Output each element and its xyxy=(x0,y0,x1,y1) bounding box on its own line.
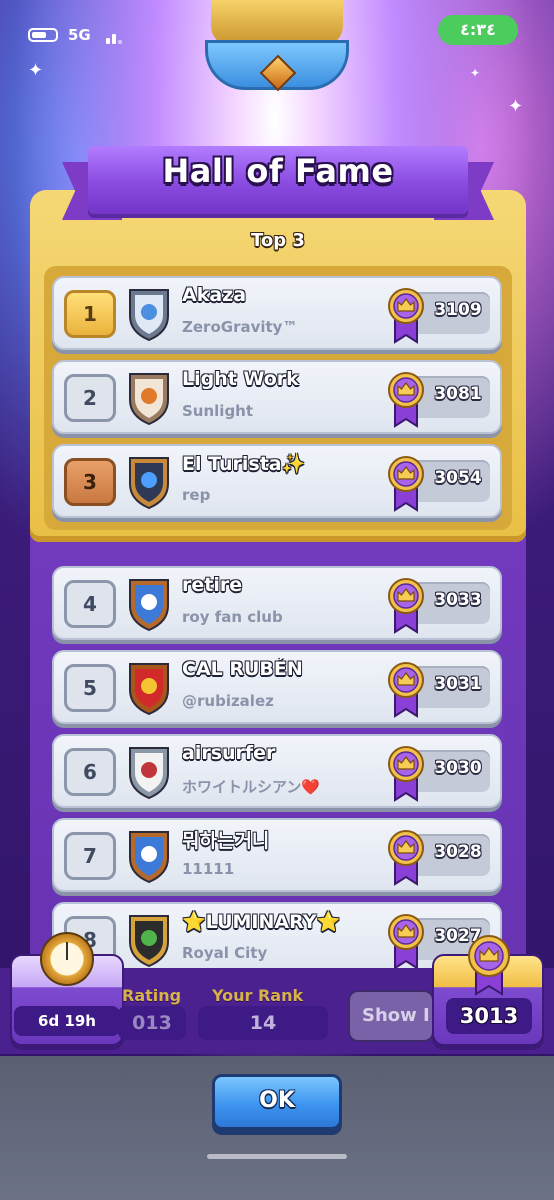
network-label: 5G xyxy=(68,26,91,44)
trophy-count: 3109 xyxy=(434,300,482,320)
trophy-count: 3031 xyxy=(434,674,482,694)
player-name: ⭐LUMINARY⭐ xyxy=(182,911,341,933)
heart-shield-icon xyxy=(126,826,172,884)
status-time: ٤:٣٤ xyxy=(438,15,518,45)
clan-name: rep xyxy=(182,486,211,504)
clan-name: roy fan club xyxy=(182,608,283,626)
rank-number: 3 xyxy=(64,458,116,506)
clover-shield-icon xyxy=(126,910,172,968)
sword-shield-icon xyxy=(126,452,172,510)
rank-number: 6 xyxy=(64,748,116,796)
rank-number: 7 xyxy=(64,832,116,880)
crown-medal-icon xyxy=(386,454,426,512)
leaderboard-row[interactable]: 4 retire roy fan club 3033 xyxy=(52,566,502,640)
player-name: airsurfer xyxy=(182,742,276,764)
crown-medal-icon xyxy=(466,934,512,996)
leaderboard-row[interactable]: 7 뭐하는거니 11111 3028 xyxy=(52,818,502,892)
rank-number: 5 xyxy=(64,664,116,712)
leaderboard-row[interactable]: 5 CAL RUBÉN @rubizalez 3031 xyxy=(52,650,502,724)
rank-number: 4 xyxy=(64,580,116,628)
your-rank-value: 14 xyxy=(198,1006,328,1040)
orange-star-shield-icon xyxy=(126,368,172,426)
rating-label: Rating xyxy=(122,986,182,1005)
player-name: Akaza xyxy=(182,284,247,306)
trophy-count: 3028 xyxy=(434,842,482,862)
sparkle-icon: ✦ xyxy=(28,60,44,81)
blue-star-shield-icon xyxy=(126,284,172,342)
spain-flag-shield-icon xyxy=(126,658,172,716)
player-name: 뭐하는거니 xyxy=(182,830,270,852)
rank-number: 2 xyxy=(64,374,116,422)
rating-value: 013 xyxy=(118,1006,186,1040)
crown-medal-icon xyxy=(386,744,426,802)
trophy-count: 3030 xyxy=(434,758,482,778)
signal-icon xyxy=(106,30,128,44)
player-name: retire xyxy=(182,574,243,596)
player-name: El Turista✨ xyxy=(182,453,306,475)
trophy-count: 3081 xyxy=(434,384,482,404)
rank-number: 1 xyxy=(64,290,116,338)
crown-medal-icon xyxy=(386,370,426,428)
leaderboard-row[interactable]: 2 Light Work Sunlight 3081 xyxy=(52,360,502,434)
trophy-count: 3054 xyxy=(434,468,482,488)
leaderboard-row[interactable]: 3 El Turista✨ rep 3054 xyxy=(52,444,502,518)
show-button[interactable]: Show I xyxy=(348,990,434,1042)
clan-name: Sunlight xyxy=(182,402,254,420)
crown-medal-icon xyxy=(386,576,426,634)
sparkle-icon: ✦ xyxy=(470,66,481,80)
crown-medal-icon xyxy=(386,286,426,344)
crown-medal-icon xyxy=(386,828,426,886)
clan-name: ホワイトルシアン❤️ xyxy=(182,778,321,796)
crown-decoration-icon xyxy=(205,0,349,95)
leaderboard-row[interactable]: 1 Akaza ZeroGravity™ 3109 xyxy=(52,276,502,350)
stopwatch-icon xyxy=(40,932,94,986)
section-label: Top 3 xyxy=(251,230,305,251)
player-name: Light Work xyxy=(182,368,299,390)
clan-name: ZeroGravity™ xyxy=(182,318,298,336)
player-name: CAL RUBÉN xyxy=(182,658,303,680)
leaderboard-row[interactable]: 6 airsurfer ホワイトルシアン❤️ 3030 xyxy=(52,734,502,808)
clan-name: @rubizalez xyxy=(182,692,274,710)
clan-name: Royal City xyxy=(182,944,268,962)
page-title: Hall of Fame xyxy=(162,152,394,190)
heart-shield-icon xyxy=(126,574,172,632)
home-indicator xyxy=(207,1154,347,1159)
ok-button[interactable]: OK xyxy=(212,1074,342,1130)
my-trophies-value: 3013 xyxy=(446,998,532,1034)
crown-medal-icon xyxy=(386,912,426,970)
season-timer-value: 6d 19h xyxy=(14,1006,120,1036)
battery-icon xyxy=(28,28,58,42)
trophy-count: 3033 xyxy=(434,590,482,610)
crown-medal-icon xyxy=(386,660,426,718)
your-rank-label: Your Rank xyxy=(212,986,304,1005)
clan-name: 11111 xyxy=(182,860,235,878)
lotus-shield-icon xyxy=(126,742,172,800)
sparkle-icon: ✦ xyxy=(508,96,524,117)
